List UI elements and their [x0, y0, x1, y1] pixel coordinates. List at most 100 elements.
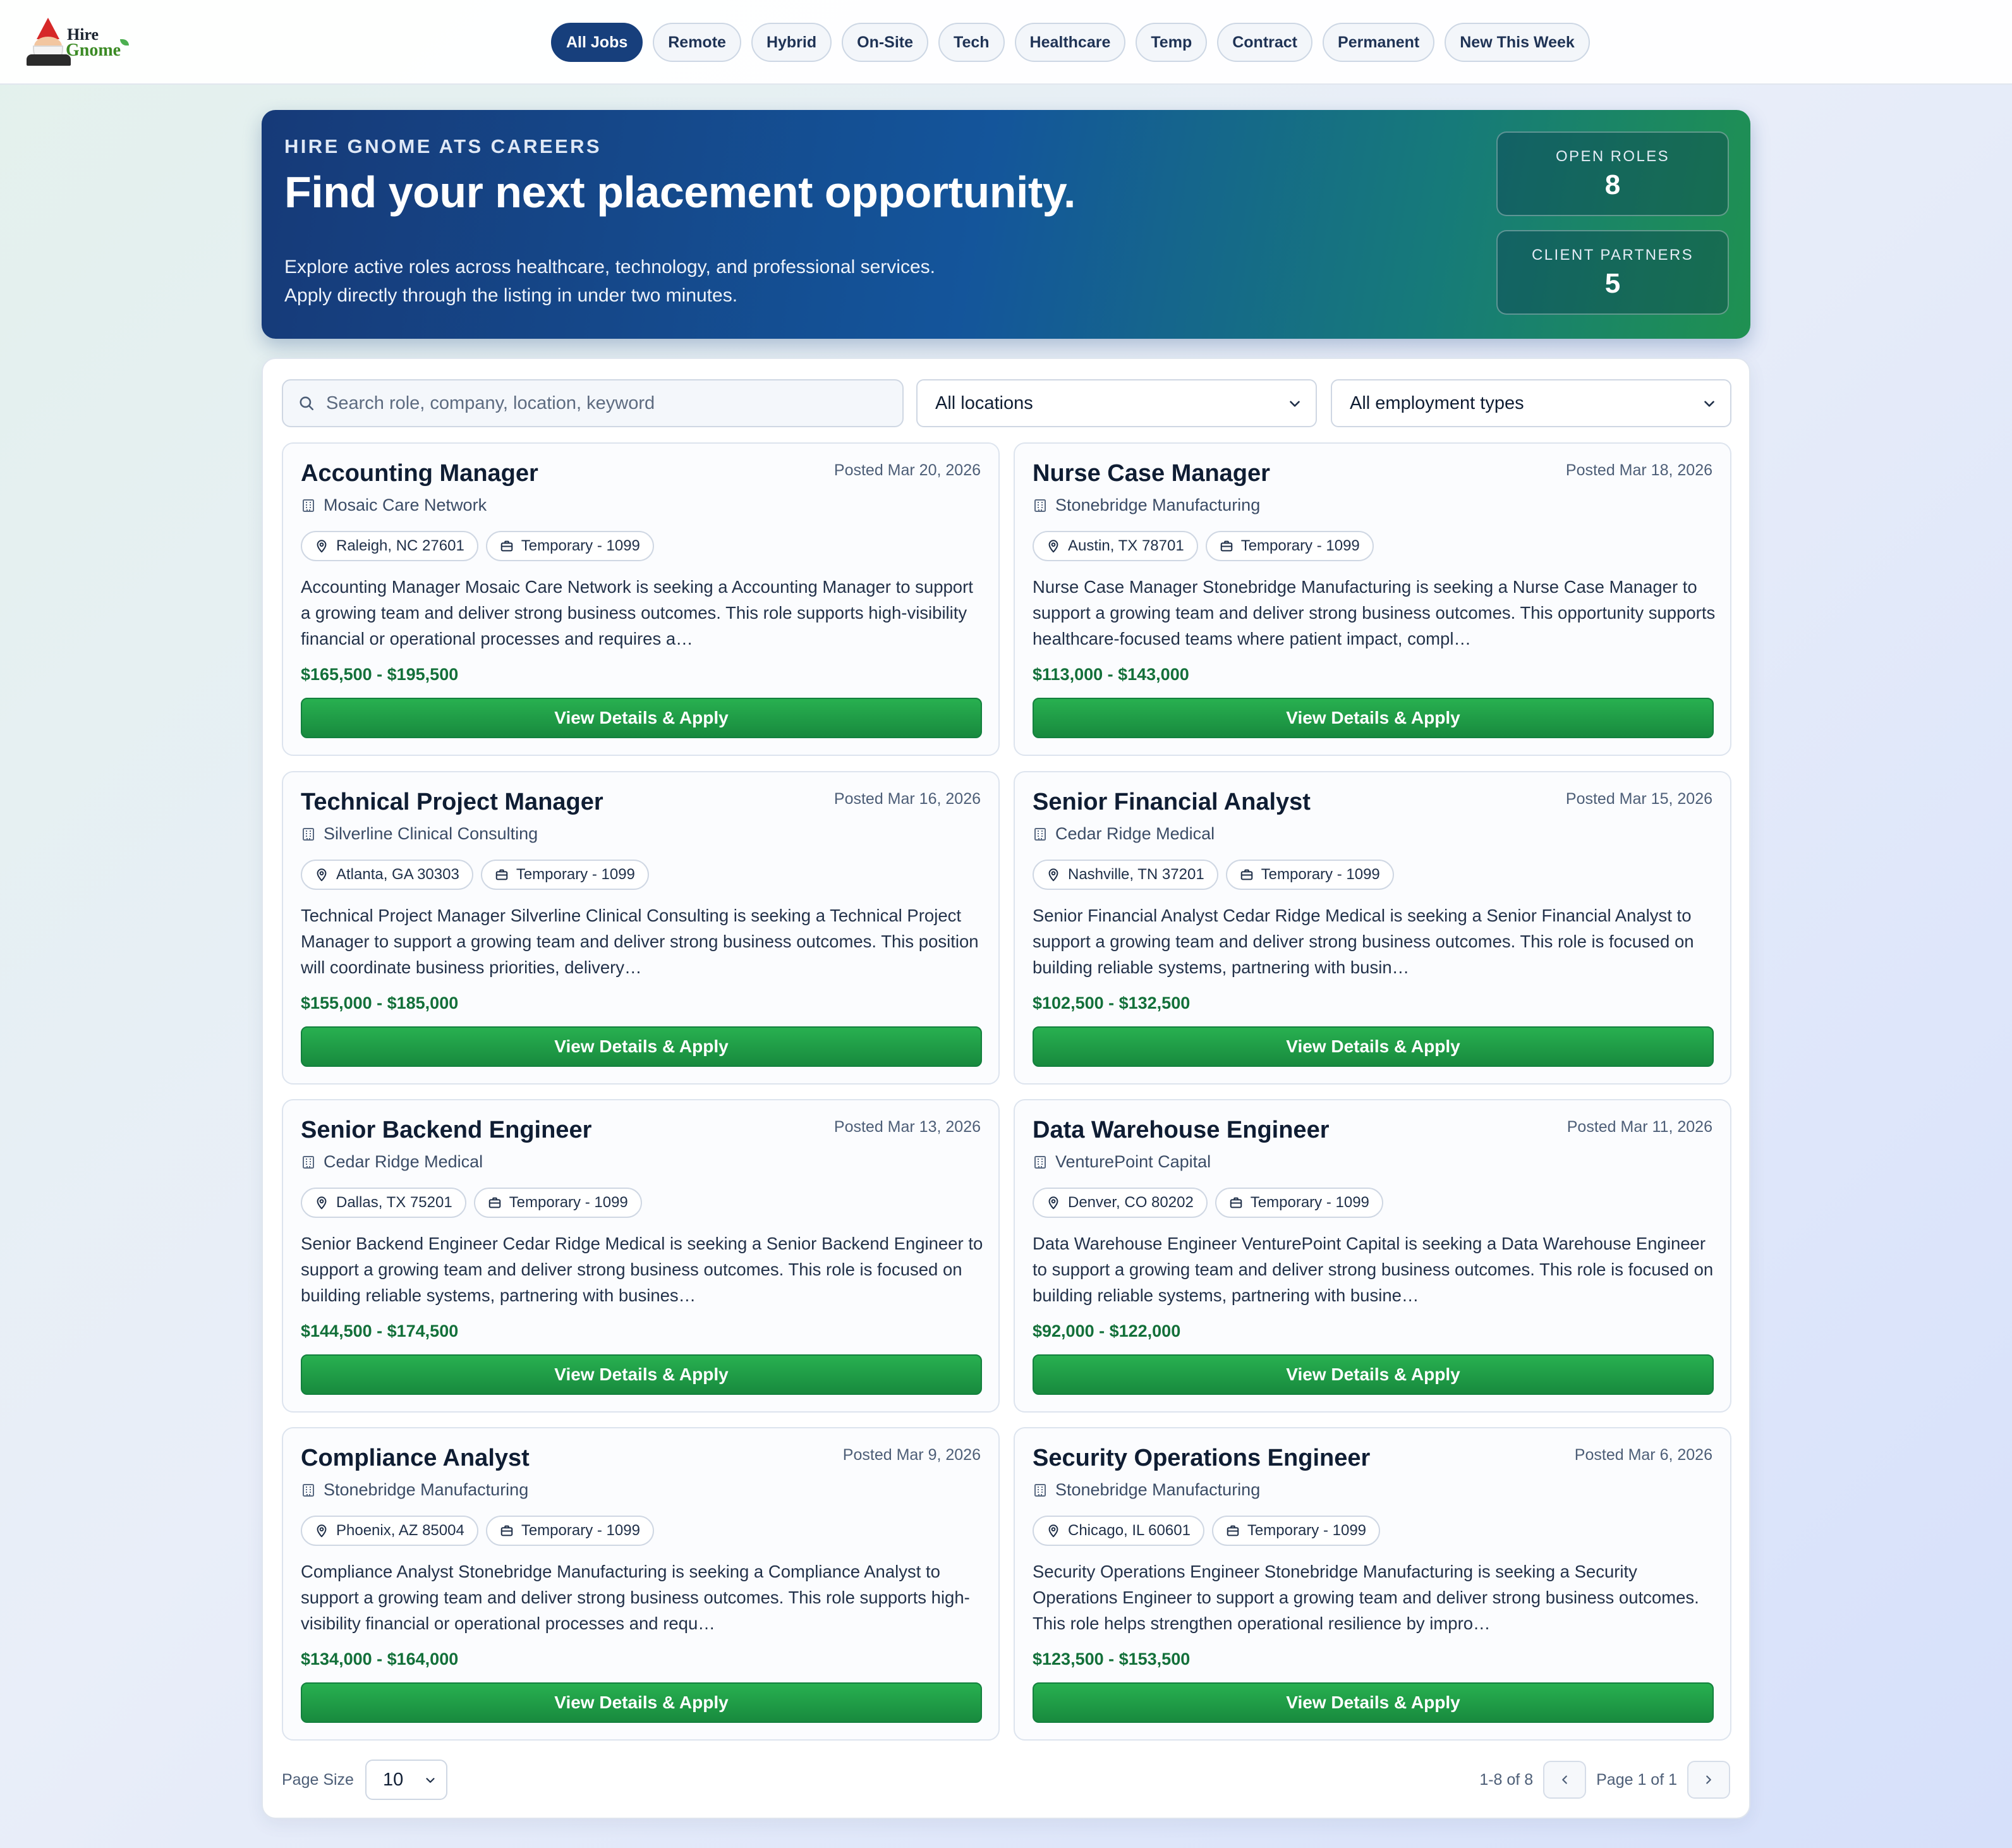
salary-range: $92,000 - $122,000 [1033, 1322, 1181, 1340]
prev-page-button[interactable] [1543, 1761, 1587, 1799]
company-name: Cedar Ridge Medical [1033, 824, 1215, 844]
view-details-apply-button[interactable]: View Details & Apply [301, 1682, 982, 1723]
hire-gnome-logo[interactable]: Hire Gnome [27, 18, 129, 66]
posted-date: Posted Mar 16, 2026 [833, 790, 981, 808]
company-label: Mosaic Care Network [324, 495, 487, 514]
view-details-apply-button[interactable]: View Details & Apply [1033, 1682, 1714, 1723]
employment-type-label: Temporary - 1099 [516, 866, 635, 883]
employment-type-chip: Temporary - 1099 [480, 860, 649, 890]
employment-type-select-value: All employment types [1350, 392, 1524, 413]
view-details-apply-button[interactable]: View Details & Apply [301, 698, 982, 738]
logo-word-gnome: Gnome [66, 40, 121, 60]
posted-date: Posted Mar 15, 2026 [1565, 790, 1712, 808]
nav-pill-temp[interactable]: Temp [1136, 23, 1208, 62]
location-chip: Nashville, TN 37201 [1033, 860, 1218, 890]
location-label: Austin, TX 78701 [1068, 537, 1184, 554]
company-label: Stonebridge Manufacturing [1055, 495, 1261, 514]
nav-pill-all-jobs[interactable]: All Jobs [551, 23, 643, 62]
location-label: Nashville, TN 37201 [1068, 866, 1204, 883]
posted-date: Posted Mar 11, 2026 [1567, 1118, 1712, 1136]
employment-type-chip: Temporary - 1099 [1215, 1188, 1383, 1218]
nav-pill-healthcare[interactable]: Healthcare [1014, 23, 1126, 62]
building-icon [303, 1483, 314, 1497]
search-input[interactable] [326, 392, 882, 414]
nav-pill-hybrid[interactable]: Hybrid [751, 23, 832, 62]
location-select[interactable]: All locations [916, 379, 1317, 427]
stat-label: OPEN ROLES [1555, 148, 1670, 165]
salary-range: $113,000 - $143,000 [1033, 665, 1189, 684]
job-description: Nurse Case Manager Stonebridge Manufactu… [1033, 577, 1716, 648]
map-pin-icon [317, 868, 327, 882]
employment-type-chip: Temporary - 1099 [1225, 860, 1394, 890]
posted-date: Posted Mar 20, 2026 [833, 461, 981, 479]
employment-type-label: Temporary - 1099 [1261, 866, 1380, 883]
employment-type-label: Temporary - 1099 [1247, 1522, 1367, 1539]
briefcase-icon [500, 1525, 513, 1536]
job-title[interactable]: Nurse Case Manager [1033, 460, 1270, 487]
stat-open-roles: OPEN ROLES 8 [1496, 131, 1729, 216]
job-title[interactable]: Senior Backend Engineer [301, 1117, 591, 1144]
next-page-button[interactable] [1687, 1761, 1730, 1799]
stat-client-partners: CLIENT PARTNERS 5 [1496, 230, 1729, 315]
building-icon [303, 499, 314, 512]
page-size-select[interactable]: 10 [365, 1760, 447, 1800]
location-chip: Austin, TX 78701 [1033, 531, 1198, 561]
briefcase-icon [488, 1197, 500, 1208]
job-title[interactable]: Data Warehouse Engineer [1033, 1117, 1330, 1144]
job-description: Accounting Manager Mosaic Care Network i… [301, 577, 973, 648]
location-chip: Raleigh, NC 27601 [301, 531, 478, 561]
nav-pill-permanent[interactable]: Permanent [1323, 23, 1435, 62]
page-size-control: Page Size 10 [282, 1760, 447, 1800]
employment-type-label: Temporary - 1099 [1250, 1194, 1369, 1211]
map-pin-icon [317, 1196, 327, 1210]
job-tags: Chicago, IL 60601 Temporary - 1099 [1033, 1516, 1381, 1546]
nav-pill-tech[interactable]: Tech [938, 23, 1005, 62]
building-icon [1034, 827, 1046, 841]
gnome-hat-icon [37, 18, 59, 39]
employment-type-select[interactable]: All employment types [1331, 379, 1731, 427]
job-card: Senior Backend Engineer Posted Mar 13, 20… [282, 1099, 1000, 1413]
nav-pill-remote[interactable]: Remote [653, 23, 741, 62]
job-description: Senior Financial Analyst Cedar Ridge Med… [1033, 906, 1694, 977]
company-name: VenturePoint Capital [1033, 1152, 1211, 1172]
company-name: Cedar Ridge Medical [301, 1152, 483, 1172]
location-select-value: All locations [935, 392, 1033, 413]
job-board: All locations All employment types Accou… [262, 358, 1750, 1819]
job-title[interactable]: Security Operations Engineer [1033, 1445, 1370, 1472]
nav-pill-contract[interactable]: Contract [1217, 23, 1313, 62]
nav-pill-on-site[interactable]: On-Site [842, 23, 929, 62]
pagination: 1-8 of 8 Page 1 of 1 [1479, 1761, 1730, 1799]
company-name: Mosaic Care Network [301, 495, 487, 515]
hero-title: Find your next placement opportunity. [284, 167, 1076, 217]
briefcase-icon [495, 869, 508, 880]
briefcase-icon [500, 540, 513, 552]
map-pin-icon [1048, 868, 1058, 882]
job-title[interactable]: Technical Project Manager [301, 789, 603, 816]
view-details-apply-button[interactable]: View Details & Apply [301, 1026, 982, 1067]
company-label: Cedar Ridge Medical [324, 1152, 483, 1171]
top-bar: Hire Gnome All Jobs Remote Hybrid On-Sit… [0, 0, 2012, 85]
map-pin-icon [1048, 1524, 1058, 1538]
employment-type-chip: Temporary - 1099 [473, 1188, 642, 1218]
nav-pill-new-this-week[interactable]: New This Week [1445, 23, 1590, 62]
salary-range: $144,500 - $174,500 [301, 1322, 459, 1340]
location-chip: Atlanta, GA 30303 [301, 860, 473, 890]
location-label: Denver, CO 80202 [1068, 1194, 1194, 1211]
job-filter-nav: All Jobs Remote Hybrid On-Site Tech Heal… [551, 23, 1590, 62]
view-details-apply-button[interactable]: View Details & Apply [1033, 1026, 1714, 1067]
job-card: Technical Project Manager Posted Mar 16, … [282, 771, 1000, 1085]
stat-label: CLIENT PARTNERS [1531, 246, 1694, 264]
job-title[interactable]: Senior Financial Analyst [1033, 789, 1311, 816]
view-details-apply-button[interactable]: View Details & Apply [1033, 698, 1714, 738]
view-details-apply-button[interactable]: View Details & Apply [1033, 1354, 1714, 1395]
employment-type-chip: Temporary - 1099 [1211, 1516, 1381, 1546]
job-card: Compliance Analyst Posted Mar 9, 2026 Ston… [282, 1427, 1000, 1741]
salary-range: $123,500 - $153,500 [1033, 1650, 1191, 1669]
company-name: Stonebridge Manufacturing [1033, 1480, 1260, 1500]
search-box[interactable] [282, 379, 904, 427]
page-size-value: 10 [382, 1769, 404, 1790]
job-title[interactable]: Accounting Manager [301, 460, 538, 487]
view-details-apply-button[interactable]: View Details & Apply [301, 1354, 982, 1395]
leaf-icon [120, 39, 129, 46]
job-title[interactable]: Compliance Analyst [301, 1445, 530, 1472]
